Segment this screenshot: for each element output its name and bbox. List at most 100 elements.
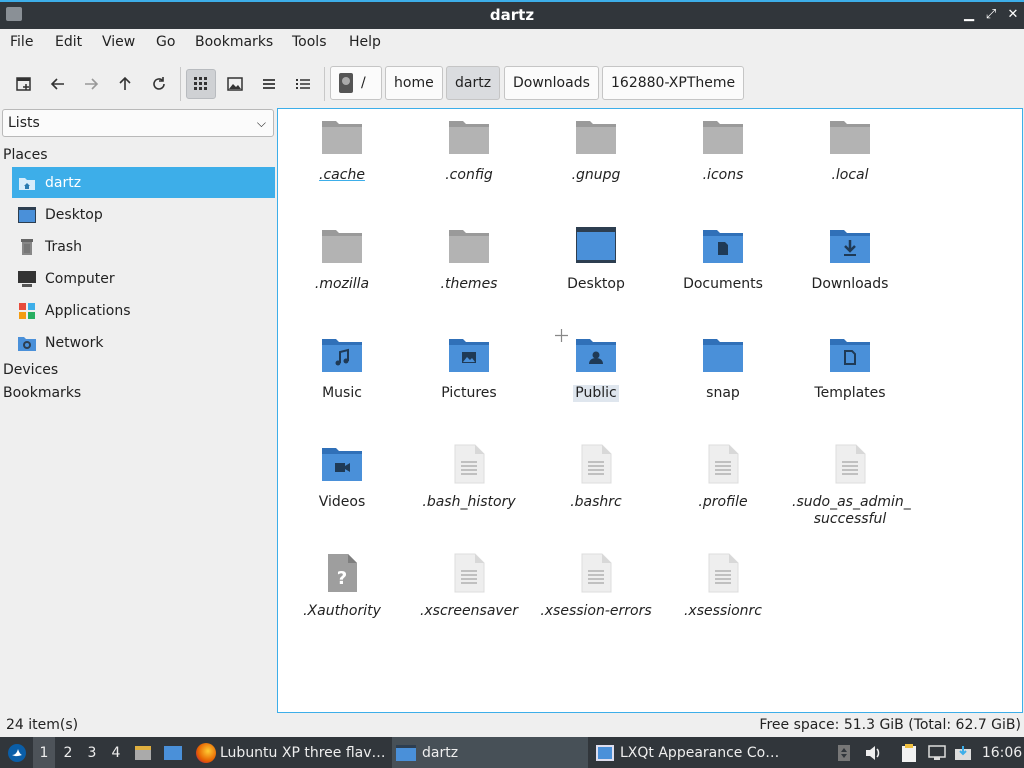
desktop-1-button[interactable]: 1 bbox=[33, 737, 55, 768]
file-name: .sudo_as_admin_ successful bbox=[792, 494, 911, 527]
desktop-3-button[interactable]: 3 bbox=[81, 737, 103, 768]
text-file-icon bbox=[829, 444, 871, 484]
file-name: Documents bbox=[683, 276, 763, 292]
breadcrumb-xptheme[interactable]: 162880-XPTheme bbox=[602, 66, 745, 100]
desktop-4-button[interactable]: 4 bbox=[105, 737, 127, 768]
unknown-file-icon: ? bbox=[321, 553, 363, 593]
arrow-left-icon bbox=[50, 78, 64, 90]
file-item[interactable]: .icons bbox=[660, 117, 786, 184]
file-item[interactable]: .config bbox=[406, 117, 532, 184]
file-name: Downloads bbox=[811, 276, 889, 292]
task-dartz[interactable]: dartz bbox=[392, 737, 588, 768]
menu-file[interactable]: File bbox=[10, 34, 33, 50]
volume-icon[interactable] bbox=[862, 737, 884, 768]
file-manager-launcher[interactable] bbox=[132, 737, 154, 768]
desktop-2-button[interactable]: 2 bbox=[57, 737, 79, 768]
file-item[interactable]: Videos bbox=[279, 444, 405, 511]
file-item[interactable]: .bash_history bbox=[406, 444, 532, 511]
menu-view[interactable]: View bbox=[102, 34, 135, 50]
file-item[interactable]: .mozilla bbox=[279, 226, 405, 293]
show-desktop-button[interactable] bbox=[160, 737, 186, 768]
grid-icon bbox=[194, 77, 207, 90]
breadcrumb-home[interactable]: home bbox=[385, 66, 443, 100]
minimize-button[interactable]: ▁ bbox=[960, 6, 978, 24]
file-item[interactable]: Music bbox=[279, 335, 405, 402]
taskbar: 1 2 3 4 Lubuntu XP three flav… dartz LXQ… bbox=[0, 737, 1024, 768]
place-computer[interactable]: Computer bbox=[12, 263, 275, 294]
place-applications[interactable]: Applications bbox=[12, 295, 275, 326]
file-item[interactable]: .profile bbox=[660, 444, 786, 511]
file-item[interactable]: ? .Xauthority bbox=[279, 553, 405, 620]
place-label: dartz bbox=[45, 174, 82, 191]
side-pane-mode-select[interactable]: Lists ⌵ bbox=[2, 109, 274, 137]
text-file-icon bbox=[575, 553, 617, 593]
file-item[interactable]: snap bbox=[660, 335, 786, 402]
tray-scroll-icon[interactable] bbox=[834, 737, 854, 768]
detailed-list-icon bbox=[296, 79, 310, 89]
place-desktop[interactable]: Desktop bbox=[12, 199, 275, 230]
bookmarks-header[interactable]: Bookmarks bbox=[3, 385, 81, 401]
up-button[interactable] bbox=[110, 69, 140, 99]
file-item[interactable]: Pictures bbox=[406, 335, 532, 402]
place-dartz[interactable]: dartz bbox=[12, 167, 275, 198]
file-item[interactable]: .bashrc bbox=[533, 444, 659, 511]
file-item[interactable]: Templates bbox=[787, 335, 913, 402]
file-item[interactable]: .themes bbox=[406, 226, 532, 293]
text-file-icon bbox=[702, 553, 744, 593]
reload-button[interactable] bbox=[144, 69, 174, 99]
network-tray-icon[interactable] bbox=[926, 737, 948, 768]
place-label: Applications bbox=[45, 302, 131, 319]
task-appearance[interactable]: LXQt Appearance Co… bbox=[592, 737, 788, 768]
back-button[interactable] bbox=[43, 69, 73, 99]
file-name: .config bbox=[445, 167, 493, 183]
file-name: Videos bbox=[318, 494, 366, 510]
place-network[interactable]: Network bbox=[12, 327, 275, 358]
menu-bookmarks[interactable]: Bookmarks bbox=[195, 34, 273, 50]
file-item[interactable]: .sudo_as_admin_ successful bbox=[787, 444, 913, 528]
window-titlebar[interactable]: dartz ▁ ⤢ ✕ bbox=[0, 0, 1024, 29]
file-item[interactable]: Desktop bbox=[533, 226, 659, 293]
main-menu-button[interactable] bbox=[4, 737, 30, 768]
menu-edit[interactable]: Edit bbox=[55, 34, 82, 50]
close-icon[interactable]: ✕ bbox=[1004, 6, 1022, 24]
place-trash[interactable]: Trash bbox=[12, 231, 275, 262]
menu-go[interactable]: Go bbox=[156, 34, 175, 50]
compact-view-button[interactable] bbox=[254, 69, 284, 99]
update-notifier-icon[interactable] bbox=[952, 737, 974, 768]
file-item[interactable]: .xscreensaver bbox=[406, 553, 532, 620]
file-item[interactable]: .local bbox=[787, 117, 913, 184]
icon-view-button[interactable] bbox=[186, 69, 216, 99]
file-item[interactable]: .cache bbox=[279, 117, 405, 184]
side-pane-mode-label: Lists bbox=[8, 115, 40, 131]
file-item[interactable]: .gnupg bbox=[533, 117, 659, 184]
computer-icon bbox=[17, 269, 37, 289]
new-tab-button[interactable] bbox=[9, 69, 39, 99]
maximize-icon[interactable]: ⤢ bbox=[982, 6, 1000, 24]
breadcrumb-downloads[interactable]: Downloads bbox=[504, 66, 599, 100]
file-name: .icons bbox=[702, 167, 744, 183]
file-manager-icon bbox=[135, 745, 151, 760]
file-item[interactable]: Documents bbox=[660, 226, 786, 293]
file-item[interactable]: .xsessionrc bbox=[660, 553, 786, 620]
forward-button[interactable] bbox=[76, 69, 106, 99]
thumbnail-view-button[interactable] bbox=[220, 69, 250, 99]
menu-help[interactable]: Help bbox=[349, 34, 381, 50]
file-item[interactable]: Public bbox=[533, 335, 659, 402]
clock[interactable]: 16:06 bbox=[982, 737, 1022, 768]
folder-videos-icon bbox=[321, 444, 363, 484]
desktop-icon bbox=[17, 205, 37, 225]
file-view[interactable]: .cache .config .gnupg .icons .local .mozilla.… bbox=[277, 108, 1023, 713]
breadcrumb-dartz[interactable]: dartz bbox=[446, 66, 501, 100]
task-firefox[interactable]: Lubuntu XP three flav… bbox=[192, 737, 388, 768]
place-label: Computer bbox=[45, 270, 115, 287]
file-item[interactable]: .xsession-errors bbox=[533, 553, 659, 620]
detailed-view-button[interactable] bbox=[288, 69, 318, 99]
menu-tools[interactable]: Tools bbox=[292, 34, 327, 50]
devices-header[interactable]: Devices bbox=[3, 362, 58, 378]
clipboard-icon[interactable] bbox=[898, 737, 920, 768]
task-label: LXQt Appearance Co… bbox=[620, 744, 780, 761]
file-item[interactable]: Downloads bbox=[787, 226, 913, 293]
places-header[interactable]: Places bbox=[3, 147, 48, 163]
folder-music-icon bbox=[321, 335, 363, 375]
breadcrumb-root[interactable]: / bbox=[330, 66, 382, 100]
